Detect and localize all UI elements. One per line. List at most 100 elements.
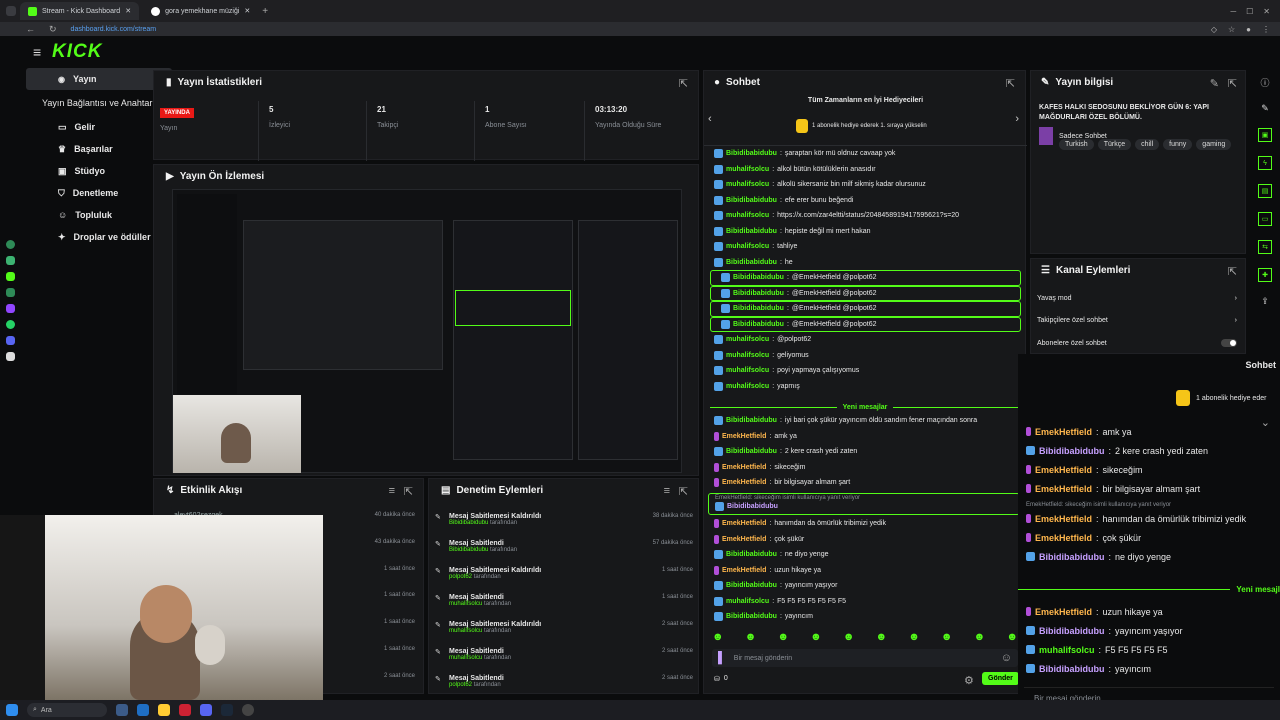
- sidebar-item-denetleme[interactable]: ⛉ Denetleme: [26, 182, 172, 204]
- chat-username[interactable]: Bibidibabidubu: [726, 417, 777, 424]
- emote-icon[interactable]: ☻: [745, 631, 757, 643]
- mod-user[interactable]: polpot62: [449, 682, 472, 688]
- slow-mode-row[interactable]: Yavaş mod ›: [1037, 295, 1237, 302]
- chat-message[interactable]: EmekHetfield: hanımdan da ömürlük tribimi…: [704, 516, 1027, 532]
- emote-icon[interactable]: ☻: [843, 631, 855, 643]
- reply-message[interactable]: EmekHetfield: sikeceğim isimli kullanıcı…: [708, 493, 1020, 515]
- followers-only-row[interactable]: Takipçilere özel sohbet ›: [1037, 317, 1237, 324]
- bolt-icon[interactable]: ϟ: [1258, 156, 1272, 170]
- chat-message[interactable]: muhalifsolcu: alkol bütün kötülüklerin an…: [704, 162, 1027, 178]
- chat-username[interactable]: Bibidibabidubu: [726, 259, 777, 266]
- browser-menu-icon[interactable]: [6, 6, 16, 16]
- reload-icon[interactable]: ↻: [35, 24, 57, 35]
- chat-username[interactable]: Bibidibabidubu: [726, 582, 777, 589]
- chat-message[interactable]: EmekHetfield: bir bilgisayar almam şart: [704, 475, 1027, 491]
- minimize-icon[interactable]: ─: [1230, 7, 1236, 16]
- obs-icon[interactable]: [242, 704, 254, 716]
- chat-message[interactable]: Bibidibabidubu: şaraptan kör mü oldnuz ca…: [704, 146, 1027, 162]
- chat-icon[interactable]: ▤: [1258, 184, 1272, 198]
- sidebar-item-stream-key[interactable]: Yayın Bağlantısı ve Anahtarı: [26, 92, 172, 114]
- url-field[interactable]: dashboard.kick.com/stream: [57, 26, 157, 33]
- popout-icon[interactable]: ⇱: [679, 77, 688, 90]
- chat-username[interactable]: Bibidibabidubu: [726, 613, 777, 620]
- emote-icon[interactable]: ☻: [777, 631, 789, 643]
- browser-tab-kick[interactable]: Stream - Kick Dashboard ✕: [20, 2, 140, 20]
- chat-message[interactable]: muhalifsolcu: https://x.com/zar4eltti/sta…: [704, 208, 1027, 224]
- chat-username[interactable]: Bibidibabidubu: [726, 551, 777, 558]
- chat-username[interactable]: muhalifsolcu: [726, 383, 769, 390]
- kick-logo[interactable]: KICK: [52, 41, 102, 63]
- sidebar-item-yayin[interactable]: ◉ Yayın: [26, 68, 172, 90]
- emote-icon[interactable]: ☻: [810, 631, 822, 643]
- chat-username[interactable]: EmekHetfield: [722, 567, 766, 574]
- edit-icon[interactable]: ✎: [1210, 77, 1219, 90]
- chat-username[interactable]: Bibidibabidubu: [726, 197, 777, 204]
- chat-username[interactable]: muhalifsolcu: [726, 181, 769, 188]
- more-icon[interactable]: ⋮: [1262, 25, 1270, 34]
- emote-icon[interactable]: ☻: [974, 631, 986, 643]
- back-icon[interactable]: ←: [0, 24, 35, 34]
- popout-icon[interactable]: ⇱: [404, 485, 413, 498]
- dock-app-icon[interactable]: [6, 304, 15, 313]
- chat-username[interactable]: Bibidibabidubu: [726, 150, 777, 157]
- layout-icon[interactable]: ▣: [1258, 128, 1272, 142]
- chat-message[interactable]: muhalifsolcu: yapmış: [704, 379, 1027, 395]
- sidebar-item-studyo[interactable]: ▣ Stüdyo ⌄: [26, 160, 172, 182]
- chat-message[interactable]: Bibidibabidubu: @EmekHetfield @polpot62: [710, 316, 1021, 332]
- discord-icon[interactable]: [200, 704, 212, 716]
- chat-username[interactable]: Bibidibabidubu: [733, 290, 784, 297]
- chat-message[interactable]: EmekHetfield: uzun hikaye ya: [704, 563, 1027, 579]
- popout-icon[interactable]: ⇱: [679, 485, 688, 498]
- chat-message[interactable]: Bibidibabidubu:2 kere crash yedi zaten: [704, 444, 1027, 460]
- chat-message[interactable]: muhalifsolcu: tahliye: [704, 239, 1027, 255]
- filter-icon[interactable]: ≡: [389, 485, 395, 497]
- edge-icon[interactable]: [137, 704, 149, 716]
- close-window-icon[interactable]: ✕: [1263, 7, 1270, 16]
- chat-username[interactable]: Bibidibabidubu: [733, 321, 784, 328]
- chat-message[interactable]: Bibidibabidubu: yayıncım: [704, 609, 1027, 625]
- dock-app-icon[interactable]: [6, 240, 15, 249]
- message-icon[interactable]: ▭: [1258, 212, 1272, 226]
- steam-icon[interactable]: [221, 704, 233, 716]
- chat-username[interactable]: muhalifsolcu: [726, 336, 769, 343]
- subs-only-toggle[interactable]: [1221, 339, 1237, 347]
- dock-app-icon[interactable]: [6, 256, 15, 265]
- chat-username[interactable]: Bibidibabidubu: [727, 503, 778, 510]
- chat-message[interactable]: Bibidibabidubu: @EmekHetfield @polpot62: [710, 270, 1021, 286]
- mod-user[interactable]: Bibidibabidubu: [449, 520, 488, 526]
- emote-icon[interactable]: ☻: [1006, 631, 1018, 643]
- new-tab-button[interactable]: +: [262, 6, 268, 17]
- dock-app-icon[interactable]: [6, 320, 15, 329]
- sidebar-item-basarilar[interactable]: ♛ Başarılar: [26, 138, 172, 160]
- chat-username[interactable]: EmekHetfield: [722, 520, 766, 527]
- emoji-icon[interactable]: ☺: [1001, 652, 1018, 664]
- chat-username[interactable]: muhalifsolcu: [726, 243, 769, 250]
- hamburger-menu-icon[interactable]: ≡: [33, 44, 41, 60]
- chat-message[interactable]: Bibidibabidubu: @EmekHetfield @polpot62: [710, 285, 1021, 301]
- mod-user[interactable]: muhalifsolcu: [449, 601, 482, 607]
- chat-message[interactable]: Bibidibabidubu: ne diyo yenge: [704, 547, 1027, 563]
- emote-icon[interactable]: ☻: [908, 631, 920, 643]
- chat-message[interactable]: Bibidibabidubu: hepiste değil mi mert hak…: [704, 224, 1027, 240]
- chat-username[interactable]: EmekHetfield: [722, 433, 766, 440]
- sidebar-item-droplar[interactable]: ✦ Droplar ve ödüller: [26, 226, 172, 248]
- chat-message[interactable]: Bibidibabidubu: @EmekHetfield @polpot62: [710, 301, 1021, 317]
- chat-username[interactable]: EmekHetfield: [722, 464, 766, 471]
- dock-app-icon[interactable]: [6, 352, 15, 361]
- taskbar-search[interactable]: ⌕ Ara: [27, 703, 107, 717]
- filter-icon[interactable]: ≡: [664, 485, 670, 497]
- profile-icon[interactable]: ●: [1246, 25, 1251, 34]
- send-button[interactable]: Gönder: [982, 672, 1019, 685]
- chat-username[interactable]: EmekHetfield: [722, 536, 766, 543]
- chat-message[interactable]: EmekHetfield: çok şükür: [704, 532, 1027, 548]
- chat-message[interactable]: muhalifsolcu: F5 F5 F5 F5 F5 F5 F5: [704, 594, 1027, 610]
- chat-message[interactable]: Bibidibabidubu: yayıncım yaşıyor: [704, 578, 1027, 594]
- chat-message[interactable]: muhalifsolcu: geliyomus: [704, 348, 1027, 364]
- emote-icon[interactable]: ☻: [712, 631, 724, 643]
- wrench-icon[interactable]: ✚: [1258, 268, 1272, 282]
- swap-icon[interactable]: ⇆: [1258, 240, 1272, 254]
- windows-start-icon[interactable]: [6, 704, 18, 716]
- browser-tab-music[interactable]: gora yemekhane müziği ✕: [143, 2, 258, 20]
- chat-username[interactable]: Bibidibabidubu: [726, 228, 777, 235]
- mod-user[interactable]: Bibidibabidubu: [449, 547, 488, 553]
